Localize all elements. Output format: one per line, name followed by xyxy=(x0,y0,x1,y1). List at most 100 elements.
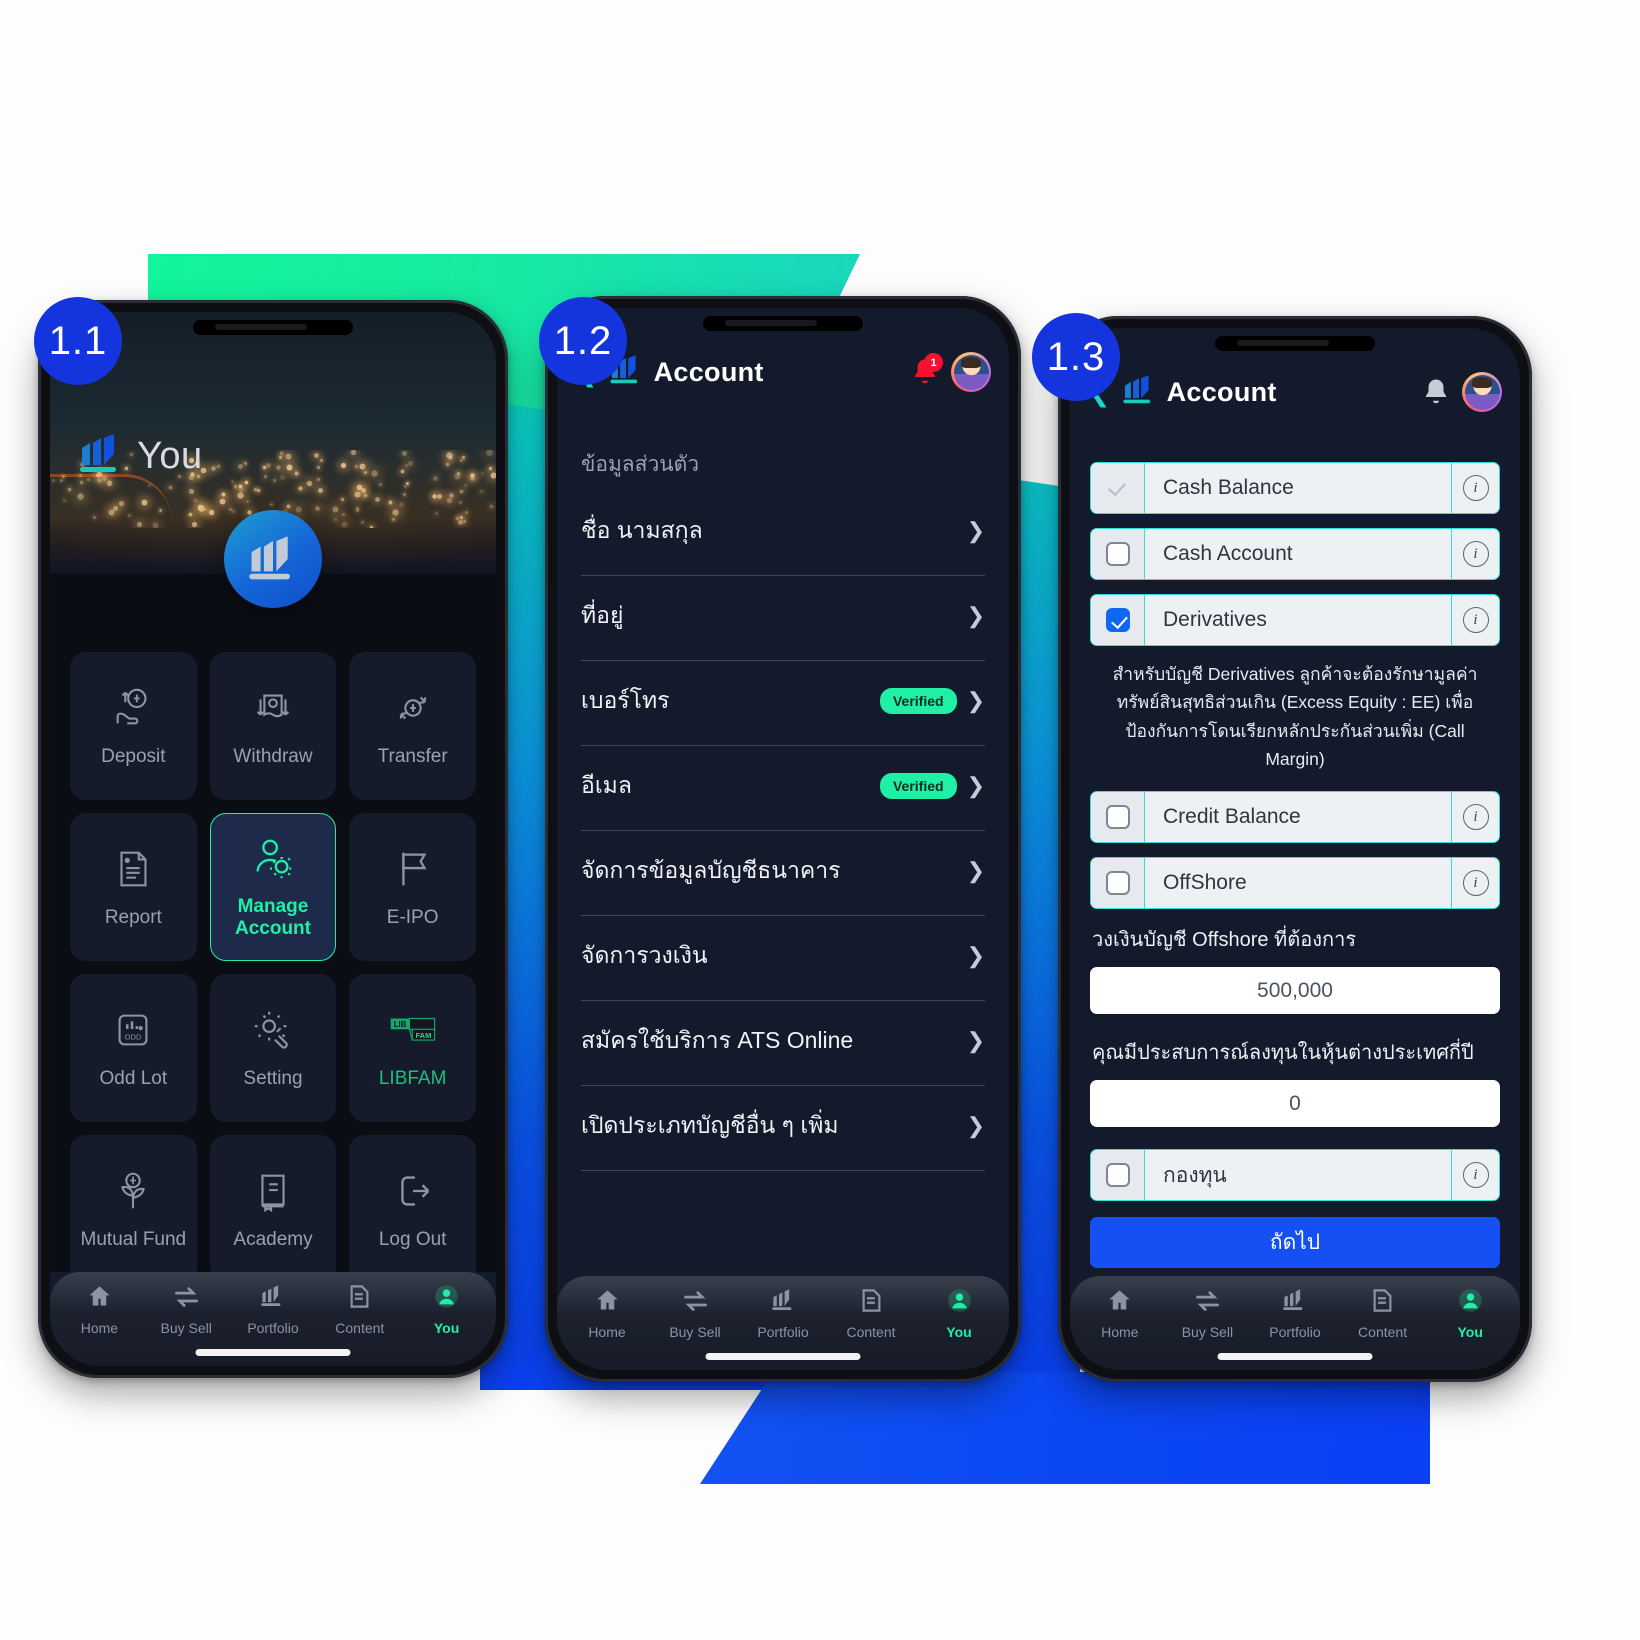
quick-action-deposit[interactable]: Deposit xyxy=(70,652,197,800)
buysell-icon xyxy=(1194,1287,1221,1319)
profile-row[interactable]: สมัครใช้บริการ ATS Online ❯ xyxy=(581,1001,985,1086)
nav-item-you[interactable]: You xyxy=(917,1287,1001,1340)
nav-item-portfolio[interactable]: Portfolio xyxy=(741,1287,825,1340)
profile-row-label: สมัครใช้บริการ ATS Online xyxy=(581,1023,957,1059)
nav-item-buy-sell[interactable]: Buy Sell xyxy=(653,1287,737,1340)
checkbox-icon[interactable] xyxy=(1106,871,1130,895)
info-icon[interactable]: i xyxy=(1463,541,1489,567)
chevron-right-icon: ❯ xyxy=(967,1113,985,1139)
quick-action-label: Deposit xyxy=(101,746,165,768)
checkbox-icon[interactable] xyxy=(1106,805,1130,829)
notification-bell-icon[interactable] xyxy=(1421,377,1451,407)
info-icon[interactable]: i xyxy=(1463,1162,1489,1188)
nav-item-label: You xyxy=(946,1324,971,1340)
next-button[interactable]: ถัดไป xyxy=(1090,1217,1500,1268)
profile-row[interactable]: จัดการข้อมูลบัญชีธนาคาร ❯ xyxy=(581,831,985,916)
quick-action-manage-account[interactable]: Manage Account xyxy=(210,813,337,961)
avatar[interactable] xyxy=(1462,372,1502,412)
account-type-row[interactable]: OffShore i xyxy=(1090,857,1500,909)
checkbox-cell[interactable] xyxy=(1091,463,1145,513)
portfolio-icon xyxy=(1281,1287,1308,1319)
section-label: ข้อมูลส่วนตัว xyxy=(581,448,985,481)
nav-item-you[interactable]: You xyxy=(405,1283,487,1336)
info-cell[interactable]: i xyxy=(1451,463,1499,513)
nav-item-home[interactable]: Home xyxy=(1078,1287,1161,1340)
nav-item-label: Content xyxy=(1358,1324,1407,1340)
info-icon[interactable]: i xyxy=(1463,475,1489,501)
account-type-row[interactable]: Credit Balance i xyxy=(1090,791,1500,843)
profile-row[interactable]: เบอร์โทร Verified ❯ xyxy=(581,661,985,746)
nav-item-portfolio[interactable]: Portfolio xyxy=(232,1283,314,1336)
account-type-row[interactable]: Cash Balance i xyxy=(1090,462,1500,514)
nav-item-content[interactable]: Content xyxy=(319,1283,401,1336)
offshore-limit-input[interactable]: 500,000 xyxy=(1090,967,1500,1014)
nav-item-buy-sell[interactable]: Buy Sell xyxy=(145,1283,227,1336)
manage-account-user-gear-icon xyxy=(250,835,296,886)
profile-row[interactable]: เปิดประเภทบัญชีอื่น ๆ เพิ่ม ❯ xyxy=(581,1086,985,1171)
notification-bell-icon[interactable]: 1 xyxy=(910,357,940,387)
nav-item-content[interactable]: Content xyxy=(1341,1287,1424,1340)
info-icon[interactable]: i xyxy=(1463,870,1489,896)
experience-input[interactable]: 0 xyxy=(1090,1080,1500,1127)
quick-action-label: Manage Account xyxy=(235,896,311,940)
checkbox-cell[interactable] xyxy=(1091,529,1145,579)
screen-you-menu: You Deposit Withdraw Transfer Report Manage A… xyxy=(50,312,496,1366)
portfolio-icon xyxy=(770,1287,797,1319)
quick-action-libfam[interactable]: LIB FAM LIBFAM xyxy=(349,974,476,1122)
checkbox-cell[interactable] xyxy=(1091,1150,1145,1200)
checkbox-cell[interactable] xyxy=(1091,792,1145,842)
info-icon[interactable]: i xyxy=(1463,607,1489,633)
step-badge-3: 1.3 xyxy=(1032,313,1120,401)
account-type-row[interactable]: กองทุน i xyxy=(1090,1149,1500,1201)
checkbox-icon[interactable] xyxy=(1106,542,1130,566)
info-cell[interactable]: i xyxy=(1451,858,1499,908)
quick-action-odd-lot[interactable]: ODD Odd Lot xyxy=(70,974,197,1122)
nav-item-you[interactable]: You xyxy=(1429,1287,1512,1340)
offshore-limit-label: วงเงินบัญชี Offshore ที่ต้องการ xyxy=(1092,923,1500,955)
nav-item-label: Portfolio xyxy=(1269,1324,1320,1340)
nav-item-label: Home xyxy=(1101,1324,1138,1340)
home-indicator xyxy=(1218,1353,1373,1360)
bar-chart-logo-icon xyxy=(1122,375,1156,410)
hero-brand: You xyxy=(78,434,203,479)
quick-action-label: Report xyxy=(105,907,162,929)
nav-item-portfolio[interactable]: Portfolio xyxy=(1253,1287,1336,1340)
account-type-row[interactable]: Derivatives i xyxy=(1090,594,1500,646)
info-icon[interactable]: i xyxy=(1463,804,1489,830)
quick-action-setting[interactable]: Setting xyxy=(210,974,337,1122)
nav-item-home[interactable]: Home xyxy=(565,1287,649,1340)
info-cell[interactable]: i xyxy=(1451,529,1499,579)
avatar[interactable] xyxy=(951,352,991,392)
bar-chart-logo-icon xyxy=(247,536,299,582)
profile-row[interactable]: ที่อยู่ ❯ xyxy=(581,576,985,661)
info-cell[interactable]: i xyxy=(1451,792,1499,842)
withdraw-banknote-icon xyxy=(250,685,296,736)
checkbox-icon[interactable] xyxy=(1106,608,1130,632)
nav-item-content[interactable]: Content xyxy=(829,1287,913,1340)
quick-action-transfer[interactable]: Transfer xyxy=(349,652,476,800)
nav-item-label: You xyxy=(1457,1324,1482,1340)
info-cell[interactable]: i xyxy=(1451,1150,1499,1200)
checkbox-icon[interactable] xyxy=(1106,1163,1130,1187)
account-types-form: Cash Balance i Cash Account i Derivatives i ส… xyxy=(1070,426,1520,1276)
quick-action-report[interactable]: Report xyxy=(70,813,197,961)
profile-row[interactable]: อีเมล Verified ❯ xyxy=(581,746,985,831)
quick-action-mutual-fund[interactable]: Mutual Fund xyxy=(70,1135,197,1272)
profile-row[interactable]: ชื่อ นามสกุล ❯ xyxy=(581,509,985,576)
account-type-row[interactable]: Cash Account i xyxy=(1090,528,1500,580)
chevron-right-icon: ❯ xyxy=(967,943,985,969)
checkbox-cell[interactable] xyxy=(1091,595,1145,645)
profile-row[interactable]: จัดการวงเงิน ❯ xyxy=(581,916,985,1001)
quick-action-academy[interactable]: Academy xyxy=(210,1135,337,1272)
quick-actions-grid-wrap: Deposit Withdraw Transfer Report Manage Accou… xyxy=(50,574,496,1272)
quick-action-log-out[interactable]: Log Out xyxy=(349,1135,476,1272)
checkbox-icon[interactable] xyxy=(1106,476,1130,500)
home-icon xyxy=(1106,1287,1133,1319)
checkbox-cell[interactable] xyxy=(1091,858,1145,908)
nav-item-home[interactable]: Home xyxy=(58,1283,140,1336)
portfolio-icon xyxy=(259,1283,286,1315)
quick-action-e-ipo[interactable]: E-IPO xyxy=(349,813,476,961)
quick-action-withdraw[interactable]: Withdraw xyxy=(210,652,337,800)
nav-item-buy-sell[interactable]: Buy Sell xyxy=(1166,1287,1249,1340)
info-cell[interactable]: i xyxy=(1451,595,1499,645)
